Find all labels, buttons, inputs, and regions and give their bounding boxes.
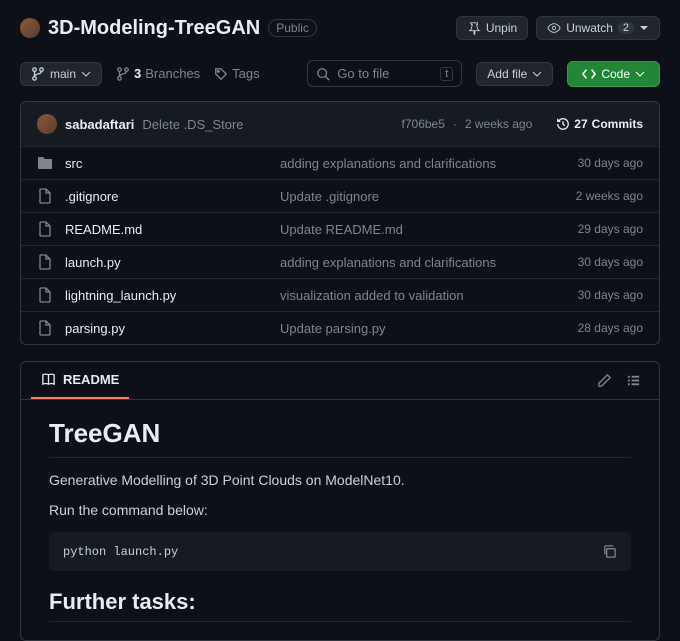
search-placeholder: Go to file bbox=[337, 66, 389, 81]
file-commit-message[interactable]: Update README.md bbox=[280, 222, 578, 237]
file-row[interactable]: README.mdUpdate README.md29 days ago bbox=[21, 212, 659, 245]
branches-link[interactable]: 3 Branches bbox=[116, 66, 200, 81]
file-name[interactable]: parsing.py bbox=[65, 321, 280, 336]
pencil-icon[interactable] bbox=[597, 373, 612, 388]
go-to-file-search[interactable]: Go to file t bbox=[307, 60, 462, 87]
file-time: 30 days ago bbox=[578, 255, 643, 269]
history-icon bbox=[556, 117, 570, 131]
file-time: 30 days ago bbox=[578, 288, 643, 302]
code-button[interactable]: Code bbox=[567, 61, 660, 87]
pin-icon bbox=[467, 21, 481, 35]
chevron-down-icon bbox=[532, 69, 542, 79]
file-row[interactable]: parsing.pyUpdate parsing.py28 days ago bbox=[21, 311, 659, 344]
file-time: 30 days ago bbox=[578, 156, 643, 170]
file-time: 28 days ago bbox=[578, 321, 643, 335]
file-name[interactable]: .gitignore bbox=[65, 189, 280, 204]
file-icon bbox=[37, 188, 53, 204]
repo-owner-avatar[interactable] bbox=[20, 18, 40, 38]
file-commit-message[interactable]: Update .gitignore bbox=[280, 189, 576, 204]
file-row[interactable]: srcadding explanations and clarification… bbox=[21, 146, 659, 179]
readme-tab[interactable]: README bbox=[31, 362, 129, 399]
commit-time[interactable]: 2 weeks ago bbox=[465, 117, 532, 131]
file-commit-message[interactable]: Update parsing.py bbox=[280, 321, 578, 336]
branch-icon bbox=[31, 67, 45, 81]
readme-text: Generative Modelling of 3D Point Clouds … bbox=[49, 472, 631, 488]
add-file-button[interactable]: Add file bbox=[476, 62, 553, 86]
file-row[interactable]: launch.pyadding explanations and clarifi… bbox=[21, 245, 659, 278]
repo-name[interactable]: 3D-Modeling-TreeGAN bbox=[48, 17, 260, 40]
file-row[interactable]: .gitignoreUpdate .gitignore2 weeks ago bbox=[21, 179, 659, 212]
chevron-down-icon bbox=[81, 69, 91, 79]
tags-link[interactable]: Tags bbox=[214, 66, 259, 81]
readme-subheading: Further tasks: bbox=[49, 589, 631, 622]
file-name[interactable]: README.md bbox=[65, 222, 280, 237]
file-row[interactable]: lightning_launch.pyvisualization added t… bbox=[21, 278, 659, 311]
commit-author[interactable]: sabadaftari bbox=[65, 117, 134, 132]
watch-count: 2 bbox=[618, 22, 634, 34]
unpin-button[interactable]: Unpin bbox=[456, 16, 528, 40]
file-commit-message[interactable]: visualization added to validation bbox=[280, 288, 578, 303]
branch-icon bbox=[116, 67, 130, 81]
file-commit-message[interactable]: adding explanations and clarifications bbox=[280, 255, 578, 270]
unwatch-button[interactable]: Unwatch 2 bbox=[536, 16, 660, 40]
chevron-down-icon bbox=[639, 23, 649, 33]
outline-icon[interactable] bbox=[626, 373, 641, 388]
commit-sha[interactable]: f706be5 bbox=[402, 117, 445, 131]
commits-link[interactable]: 27 Commits bbox=[556, 117, 643, 131]
commit-author-avatar[interactable] bbox=[37, 114, 57, 134]
copy-icon[interactable] bbox=[602, 544, 617, 559]
file-time: 2 weeks ago bbox=[576, 189, 643, 203]
file-icon bbox=[37, 287, 53, 303]
search-icon bbox=[316, 67, 330, 81]
eye-icon bbox=[547, 21, 561, 35]
file-icon bbox=[37, 320, 53, 336]
tag-icon bbox=[214, 67, 228, 81]
visibility-badge: Public bbox=[268, 19, 317, 37]
readme-heading: TreeGAN bbox=[49, 418, 631, 458]
latest-commit-bar[interactable]: sabadaftari Delete .DS_Store f706be5 · 2… bbox=[21, 102, 659, 146]
file-name[interactable]: lightning_launch.py bbox=[65, 288, 280, 303]
readme-text: Run the command below: bbox=[49, 502, 631, 518]
book-icon bbox=[41, 372, 56, 387]
code-icon bbox=[582, 67, 596, 81]
folder-icon bbox=[37, 155, 53, 171]
code-block: python launch.py bbox=[49, 532, 631, 571]
file-name[interactable]: launch.py bbox=[65, 255, 280, 270]
file-time: 29 days ago bbox=[578, 222, 643, 236]
branch-selector[interactable]: main bbox=[20, 62, 102, 86]
file-icon bbox=[37, 221, 53, 237]
file-name[interactable]: src bbox=[65, 156, 280, 171]
commit-message[interactable]: Delete .DS_Store bbox=[142, 117, 243, 132]
file-icon bbox=[37, 254, 53, 270]
file-commit-message[interactable]: adding explanations and clarifications bbox=[280, 156, 578, 171]
chevron-down-icon bbox=[635, 69, 645, 79]
keyboard-shortcut: t bbox=[440, 67, 453, 81]
